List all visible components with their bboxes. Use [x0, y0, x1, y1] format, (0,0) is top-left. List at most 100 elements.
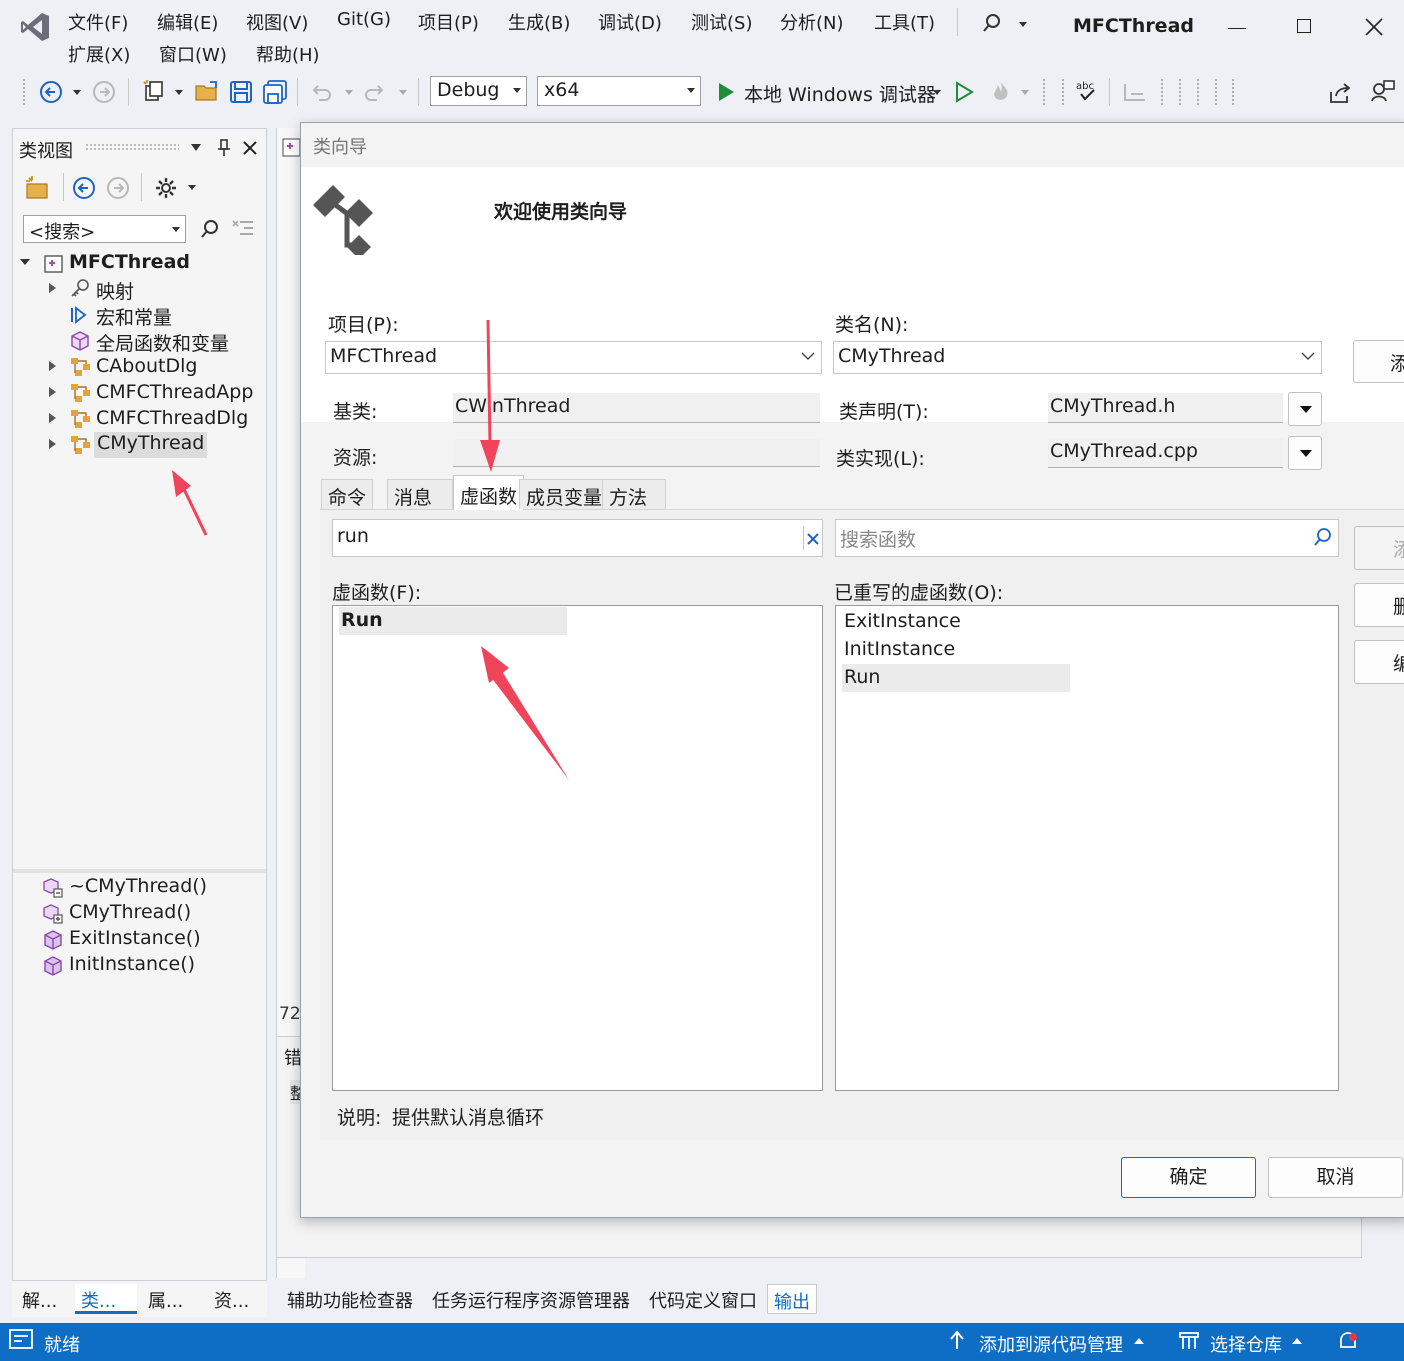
tab-messages[interactable]: 消息 [387, 479, 453, 509]
add-function-button[interactable]: 添 [1354, 526, 1404, 570]
undo-icon[interactable] [309, 80, 333, 104]
ok-button[interactable]: 确定 [1121, 1157, 1256, 1198]
edit-code-button[interactable]: 编 [1354, 640, 1404, 684]
close-button[interactable] [1364, 17, 1384, 37]
maximize-button[interactable] [1297, 19, 1311, 33]
navigate-back-icon[interactable] [39, 80, 63, 104]
live-share-icon[interactable] [1328, 82, 1352, 104]
panel-splitter[interactable] [13, 869, 266, 873]
expand-caboutdlg[interactable] [49, 361, 56, 371]
list-item[interactable]: ExitInstance [842, 608, 963, 636]
save-all-icon[interactable] [262, 80, 288, 104]
menu-project[interactable]: 项目(P) [418, 9, 479, 35]
open-folder-icon[interactable] [194, 80, 220, 104]
list-item[interactable]: InitInstance [842, 636, 957, 664]
cancel-button[interactable]: 取消 [1268, 1157, 1403, 1198]
menu-window[interactable]: 窗口(W) [159, 41, 227, 67]
menu-file[interactable]: 文件(F) [68, 9, 128, 35]
search-dropdown-icon[interactable] [1019, 22, 1027, 27]
member-initinstance[interactable]: InitInstance() [69, 953, 195, 979]
tree-item-cmythread[interactable]: CMyThread [94, 432, 208, 458]
tree-item-mfcthread[interactable]: MFCThread [69, 251, 190, 277]
menu-debug[interactable]: 调试(D) [598, 9, 662, 35]
feedback-icon[interactable] [1370, 79, 1396, 105]
virtual-filter-input[interactable]: run [332, 519, 823, 557]
panel-close-icon[interactable] [242, 140, 258, 156]
search-icon[interactable] [1312, 526, 1332, 548]
menu-build[interactable]: 生成(B) [508, 9, 570, 35]
redo-icon[interactable] [363, 80, 387, 104]
expand-maps[interactable] [49, 283, 56, 293]
tab-resource-view[interactable]: 资... [208, 1284, 255, 1314]
solution-platform-dropdown[interactable]: x64 [537, 76, 701, 106]
menu-extensions[interactable]: 扩展(X) [68, 41, 130, 67]
tab-commands[interactable]: 命令 [321, 479, 374, 509]
expand-mfcthread[interactable] [20, 259, 30, 265]
tab-output[interactable]: 输出 [767, 1284, 817, 1314]
delete-function-button[interactable]: 删 [1354, 583, 1404, 627]
tree-item-maps[interactable]: 映射 [96, 277, 134, 303]
class-impl-dropdown-button[interactable] [1288, 436, 1322, 470]
tab-accessibility-checker[interactable]: 辅助功能检查器 [281, 1284, 419, 1314]
member-destructor[interactable]: ~CMyThread() [69, 875, 207, 901]
start-without-debugging-icon[interactable] [953, 80, 975, 104]
minimize-button[interactable] [1228, 28, 1246, 29]
comment-lines-icon[interactable] [1123, 82, 1147, 104]
menu-tools[interactable]: 工具(T) [874, 9, 935, 35]
expand-cmythread[interactable] [49, 439, 56, 449]
class-view-search-input[interactable]: <搜索> [23, 215, 186, 243]
tab-methods[interactable]: 方法 [602, 479, 666, 509]
overridden-functions-list[interactable]: ExitInstance InitInstance Run [835, 605, 1339, 1091]
class-view-settings-icon[interactable] [154, 176, 178, 200]
menu-edit[interactable]: 编辑(E) [157, 9, 218, 35]
tab-code-definition[interactable]: 代码定义窗口 [643, 1284, 763, 1314]
list-item[interactable]: Run [339, 607, 567, 635]
menu-analyze[interactable]: 分析(N) [780, 9, 844, 35]
notifications-bell-icon[interactable] [1336, 1329, 1360, 1353]
search-icon[interactable] [981, 12, 1003, 34]
virtual-functions-list[interactable]: Run [332, 605, 823, 1091]
pin-icon[interactable] [216, 139, 232, 157]
tab-virtual-functions[interactable]: 虚函数 [453, 475, 525, 510]
tab-member-variables[interactable]: 成员变量 [519, 479, 610, 509]
class-view-back-icon[interactable] [72, 176, 96, 200]
classname-dropdown[interactable]: CMyThread [833, 341, 1322, 374]
add-to-source-control[interactable]: 添加到源代码管理 [979, 1331, 1123, 1357]
navigate-forward-icon[interactable] [92, 80, 116, 104]
select-repository[interactable]: 选择仓库 [1210, 1331, 1282, 1357]
tab-class-view[interactable]: 类... [75, 1284, 137, 1314]
solution-config-dropdown[interactable]: Debug [430, 76, 527, 106]
clear-search-icon[interactable] [232, 219, 254, 239]
tab-task-runner-explorer[interactable]: 任务运行程序资源管理器 [426, 1284, 636, 1314]
menu-view[interactable]: 视图(V) [246, 9, 308, 35]
function-search-input[interactable]: 搜索函数 [835, 519, 1339, 557]
add-class-button[interactable]: 添 [1353, 340, 1404, 383]
start-debugging-button[interactable]: 本地 Windows 调试器 [744, 80, 936, 107]
tree-item-macros[interactable]: 宏和常量 [96, 303, 172, 329]
class-decl-dropdown-button[interactable] [1288, 392, 1322, 426]
new-folder-icon[interactable] [24, 175, 50, 201]
start-debugging-icon[interactable] [716, 80, 736, 104]
menu-test[interactable]: 测试(S) [691, 9, 752, 35]
tree-item-cmfcthreadapp[interactable]: CMFCThreadApp [96, 381, 253, 407]
class-view-search-icon[interactable] [199, 218, 221, 240]
new-project-icon[interactable] [141, 79, 167, 105]
menu-git[interactable]: Git(G) [337, 9, 391, 30]
tree-item-caboutdlg[interactable]: CAboutDlg [96, 355, 197, 381]
project-dropdown[interactable]: MFCThread [325, 341, 822, 374]
panel-menu-icon[interactable] [191, 144, 201, 151]
expand-cmfcthreadapp[interactable] [49, 387, 56, 397]
tree-item-cmfcthreaddlg[interactable]: CMFCThreadDlg [96, 407, 248, 433]
expand-cmfcthreaddlg[interactable] [49, 413, 56, 423]
class-view-forward-icon[interactable] [106, 176, 130, 200]
member-constructor[interactable]: CMyThread() [69, 901, 191, 927]
member-exitinstance[interactable]: ExitInstance() [69, 927, 201, 953]
clear-filter-icon[interactable] [803, 526, 822, 550]
tab-solution-explorer[interactable]: 解... [16, 1284, 63, 1314]
tree-item-globals[interactable]: 全局函数和变量 [96, 329, 229, 355]
menu-help[interactable]: 帮助(H) [256, 41, 320, 67]
list-item[interactable]: Run [842, 664, 1070, 692]
tab-properties[interactable]: 属... [142, 1284, 189, 1314]
spell-check-icon[interactable]: abc [1075, 78, 1099, 104]
save-icon[interactable] [229, 80, 253, 104]
